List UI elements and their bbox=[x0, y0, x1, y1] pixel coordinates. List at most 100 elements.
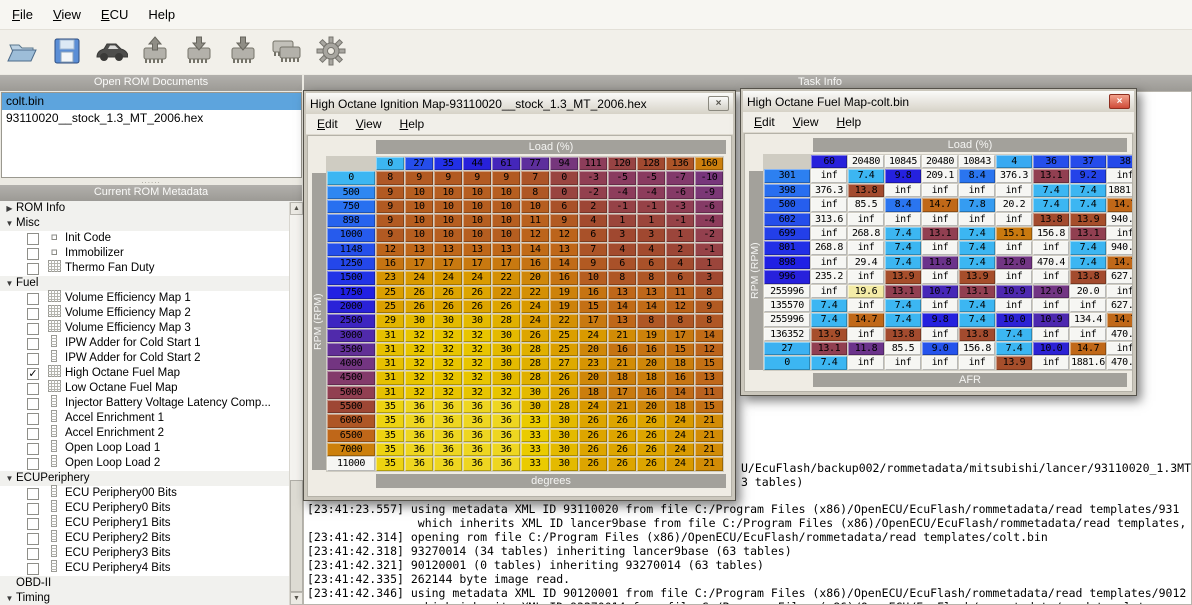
table-cell[interactable]: 10.9 bbox=[996, 285, 1032, 298]
table-cell[interactable]: 13.1 bbox=[1033, 169, 1069, 182]
table-cell[interactable]: 31 bbox=[376, 343, 404, 356]
table-cell[interactable]: 36 bbox=[463, 443, 491, 456]
col-header-cell[interactable]: 27 bbox=[405, 157, 433, 170]
table-cell[interactable]: 36 bbox=[405, 414, 433, 427]
table-cell[interactable]: -1 bbox=[608, 200, 636, 213]
table-cell[interactable]: 7.4 bbox=[811, 313, 847, 326]
table-cell[interactable]: 9 bbox=[376, 214, 404, 227]
table-cell[interactable]: 13.8 bbox=[1033, 213, 1069, 226]
checkbox[interactable] bbox=[27, 548, 39, 560]
table-cell[interactable]: 36 bbox=[492, 443, 520, 456]
table-cell[interactable]: inf bbox=[1107, 342, 1133, 355]
table-cell[interactable]: 23 bbox=[376, 271, 404, 284]
table-cell[interactable]: 0 bbox=[550, 186, 578, 199]
table-cell[interactable]: 7.4 bbox=[811, 356, 847, 369]
checkbox[interactable] bbox=[27, 383, 39, 395]
table-cell[interactable]: 36 bbox=[492, 457, 520, 470]
table-cell[interactable]: 9 bbox=[376, 186, 404, 199]
table-cell[interactable]: 268.8 bbox=[811, 241, 847, 254]
table-cell[interactable]: 16 bbox=[579, 286, 607, 299]
table-cell[interactable]: 13 bbox=[637, 286, 665, 299]
table-cell[interactable]: 21 bbox=[608, 357, 636, 370]
table-cell[interactable]: 31 bbox=[376, 386, 404, 399]
col-header-cell[interactable]: 20480 bbox=[848, 155, 884, 168]
tree-scrollbar[interactable]: ▲ ▼ bbox=[289, 202, 303, 605]
table-cell[interactable]: 156.8 bbox=[959, 342, 995, 355]
table-cell[interactable]: 17 bbox=[463, 257, 491, 270]
checkbox[interactable] bbox=[27, 413, 39, 425]
table-cell[interactable]: 12.0 bbox=[996, 256, 1032, 269]
table-cell[interactable]: 20.2 bbox=[996, 198, 1032, 211]
table-cell[interactable]: 1 bbox=[666, 228, 694, 241]
table-cell[interactable]: 10 bbox=[492, 186, 520, 199]
table-cell[interactable]: 7.4 bbox=[959, 241, 995, 254]
table-cell[interactable]: 10 bbox=[434, 228, 462, 241]
row-header-cell[interactable]: 801 bbox=[764, 241, 810, 254]
table-cell[interactable]: 28 bbox=[492, 314, 520, 327]
table-cell[interactable]: 8 bbox=[608, 271, 636, 284]
row-header-cell[interactable]: 3000 bbox=[327, 329, 375, 342]
col-header-cell[interactable]: 10845 bbox=[885, 155, 921, 168]
row-header-cell[interactable]: 898 bbox=[764, 256, 810, 269]
table-cell[interactable]: 18 bbox=[637, 371, 665, 384]
tree-item-ecu-periphery2-bits[interactable]: ECU Periphery2 Bits bbox=[0, 531, 302, 546]
table-cell[interactable]: 26 bbox=[608, 414, 636, 427]
table-cell[interactable]: inf bbox=[996, 213, 1032, 226]
table-cell[interactable]: 30 bbox=[492, 329, 520, 342]
row-header-cell[interactable]: 301 bbox=[764, 169, 810, 182]
tree-item-open-loop-load-1[interactable]: Open Loop Load 1 bbox=[0, 441, 302, 456]
row-header-cell[interactable]: 0 bbox=[764, 356, 810, 369]
table-cell[interactable]: 14.7 bbox=[1107, 313, 1133, 326]
table-cell[interactable]: 11 bbox=[666, 286, 694, 299]
table-cell[interactable]: 26 bbox=[637, 429, 665, 442]
table-cell[interactable]: 36 bbox=[463, 457, 491, 470]
table-cell[interactable]: 470.4 bbox=[1033, 256, 1069, 269]
table-cell[interactable]: 12 bbox=[695, 343, 723, 356]
table-cell[interactable]: 26 bbox=[434, 286, 462, 299]
table-cell[interactable]: inf bbox=[811, 256, 847, 269]
table-cell[interactable]: 36 bbox=[492, 429, 520, 442]
table-cell[interactable]: 7.4 bbox=[1070, 256, 1106, 269]
table-cell[interactable]: 32 bbox=[434, 371, 462, 384]
table-cell[interactable]: 32 bbox=[463, 329, 491, 342]
table-cell[interactable]: inf bbox=[996, 241, 1032, 254]
checkbox[interactable] bbox=[27, 563, 39, 575]
table-cell[interactable]: -4 bbox=[637, 186, 665, 199]
table-cell[interactable]: 21 bbox=[695, 429, 723, 442]
table-cell[interactable]: 26 bbox=[492, 300, 520, 313]
table-cell[interactable]: inf bbox=[922, 184, 958, 197]
col-header-cell[interactable]: 128 bbox=[637, 157, 665, 170]
table-cell[interactable]: 6 bbox=[608, 257, 636, 270]
table-cell[interactable]: 7.4 bbox=[959, 299, 995, 312]
row-header-cell[interactable]: 7000 bbox=[327, 443, 375, 456]
checkbox[interactable] bbox=[27, 353, 39, 365]
table-cell[interactable]: 6 bbox=[637, 257, 665, 270]
table-cell[interactable]: 33 bbox=[521, 443, 549, 456]
table-cell[interactable]: 20 bbox=[579, 343, 607, 356]
table-cell[interactable]: inf bbox=[811, 169, 847, 182]
table-cell[interactable]: 376.3 bbox=[811, 184, 847, 197]
tree-item-open-loop-load-2[interactable]: Open Loop Load 2 bbox=[0, 456, 302, 471]
table-cell[interactable]: 9 bbox=[579, 257, 607, 270]
col-header-cell[interactable]: 61 bbox=[492, 157, 520, 170]
table-cell[interactable]: 10.9 bbox=[1033, 313, 1069, 326]
table-cell[interactable]: 13.8 bbox=[885, 328, 921, 341]
table-cell[interactable]: 36 bbox=[434, 443, 462, 456]
table-cell[interactable]: 28 bbox=[521, 343, 549, 356]
table-cell[interactable]: 31 bbox=[376, 357, 404, 370]
table-cell[interactable]: 13 bbox=[608, 286, 636, 299]
table-cell[interactable]: 627.2 bbox=[1107, 299, 1133, 312]
tree-item-low-octane-fuel-map[interactable]: Low Octane Fuel Map bbox=[0, 381, 302, 396]
table-cell[interactable]: 8 bbox=[376, 171, 404, 184]
scrollbar-down-icon[interactable]: ▼ bbox=[290, 592, 303, 605]
table-cell[interactable]: inf bbox=[811, 198, 847, 211]
col-header-cell[interactable]: 136 bbox=[666, 157, 694, 170]
table-cell[interactable]: 35 bbox=[376, 414, 404, 427]
table-cell[interactable]: 30 bbox=[521, 386, 549, 399]
row-header-cell[interactable]: 11000 bbox=[327, 457, 375, 470]
col-header-cell[interactable]: 111 bbox=[579, 157, 607, 170]
table-cell[interactable]: 313.6 bbox=[811, 213, 847, 226]
table-cell[interactable]: 26 bbox=[608, 429, 636, 442]
menu-help[interactable]: Help bbox=[828, 113, 871, 131]
table-cell[interactable]: 9 bbox=[492, 171, 520, 184]
